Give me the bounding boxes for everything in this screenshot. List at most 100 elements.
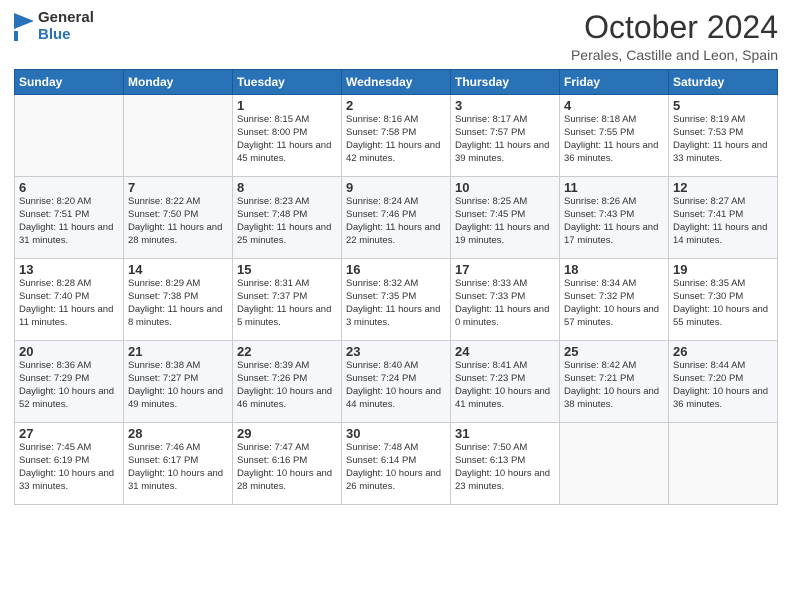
day-info: Sunrise: 8:29 AM Sunset: 7:38 PM Dayligh… (128, 278, 228, 329)
day-number: 20 (19, 344, 119, 359)
weekday-header-saturday: Saturday (669, 70, 778, 95)
calendar-week-4: 20Sunrise: 8:36 AM Sunset: 7:29 PM Dayli… (15, 341, 778, 423)
day-number: 3 (455, 98, 555, 113)
title-block: October 2024 Perales, Castille and Leon,… (571, 10, 778, 63)
day-number: 15 (237, 262, 337, 277)
day-info: Sunrise: 8:34 AM Sunset: 7:32 PM Dayligh… (564, 278, 664, 329)
day-number: 27 (19, 426, 119, 441)
calendar-week-3: 13Sunrise: 8:28 AM Sunset: 7:40 PM Dayli… (15, 259, 778, 341)
day-info: Sunrise: 8:27 AM Sunset: 7:41 PM Dayligh… (673, 196, 773, 247)
day-info: Sunrise: 8:19 AM Sunset: 7:53 PM Dayligh… (673, 114, 773, 165)
day-number: 4 (564, 98, 664, 113)
calendar-cell: 11Sunrise: 8:26 AM Sunset: 7:43 PM Dayli… (560, 177, 669, 259)
day-number: 13 (19, 262, 119, 277)
calendar-cell: 22Sunrise: 8:39 AM Sunset: 7:26 PM Dayli… (233, 341, 342, 423)
logo-blue-text: Blue (38, 27, 94, 44)
logo-text: General Blue (38, 10, 94, 43)
weekday-header-wednesday: Wednesday (342, 70, 451, 95)
calendar-cell: 12Sunrise: 8:27 AM Sunset: 7:41 PM Dayli… (669, 177, 778, 259)
day-info: Sunrise: 8:22 AM Sunset: 7:50 PM Dayligh… (128, 196, 228, 247)
day-info: Sunrise: 8:31 AM Sunset: 7:37 PM Dayligh… (237, 278, 337, 329)
calendar-cell: 3Sunrise: 8:17 AM Sunset: 7:57 PM Daylig… (451, 95, 560, 177)
calendar-cell: 15Sunrise: 8:31 AM Sunset: 7:37 PM Dayli… (233, 259, 342, 341)
calendar-cell: 20Sunrise: 8:36 AM Sunset: 7:29 PM Dayli… (15, 341, 124, 423)
weekday-header-tuesday: Tuesday (233, 70, 342, 95)
day-number: 19 (673, 262, 773, 277)
day-info: Sunrise: 8:39 AM Sunset: 7:26 PM Dayligh… (237, 360, 337, 411)
logo: General Blue (14, 10, 94, 43)
day-info: Sunrise: 7:46 AM Sunset: 6:17 PM Dayligh… (128, 442, 228, 493)
day-info: Sunrise: 8:20 AM Sunset: 7:51 PM Dayligh… (19, 196, 119, 247)
day-number: 6 (19, 180, 119, 195)
day-info: Sunrise: 8:17 AM Sunset: 7:57 PM Dayligh… (455, 114, 555, 165)
calendar-cell (669, 423, 778, 505)
day-info: Sunrise: 8:32 AM Sunset: 7:35 PM Dayligh… (346, 278, 446, 329)
calendar-cell: 9Sunrise: 8:24 AM Sunset: 7:46 PM Daylig… (342, 177, 451, 259)
day-info: Sunrise: 8:24 AM Sunset: 7:46 PM Dayligh… (346, 196, 446, 247)
calendar-cell: 1Sunrise: 8:15 AM Sunset: 8:00 PM Daylig… (233, 95, 342, 177)
weekday-header-sunday: Sunday (15, 70, 124, 95)
day-number: 18 (564, 262, 664, 277)
day-number: 16 (346, 262, 446, 277)
day-number: 14 (128, 262, 228, 277)
day-info: Sunrise: 7:47 AM Sunset: 6:16 PM Dayligh… (237, 442, 337, 493)
day-info: Sunrise: 7:45 AM Sunset: 6:19 PM Dayligh… (19, 442, 119, 493)
calendar-table: SundayMondayTuesdayWednesdayThursdayFrid… (14, 69, 778, 505)
calendar-cell: 7Sunrise: 8:22 AM Sunset: 7:50 PM Daylig… (124, 177, 233, 259)
day-number: 22 (237, 344, 337, 359)
day-number: 8 (237, 180, 337, 195)
day-number: 25 (564, 344, 664, 359)
calendar-body: 1Sunrise: 8:15 AM Sunset: 8:00 PM Daylig… (15, 95, 778, 505)
weekday-header-row: SundayMondayTuesdayWednesdayThursdayFrid… (15, 70, 778, 95)
month-title: October 2024 (571, 10, 778, 45)
calendar-cell: 4Sunrise: 8:18 AM Sunset: 7:55 PM Daylig… (560, 95, 669, 177)
day-info: Sunrise: 8:44 AM Sunset: 7:20 PM Dayligh… (673, 360, 773, 411)
calendar-cell: 27Sunrise: 7:45 AM Sunset: 6:19 PM Dayli… (15, 423, 124, 505)
day-info: Sunrise: 8:35 AM Sunset: 7:30 PM Dayligh… (673, 278, 773, 329)
calendar-cell: 21Sunrise: 8:38 AM Sunset: 7:27 PM Dayli… (124, 341, 233, 423)
calendar-cell: 13Sunrise: 8:28 AM Sunset: 7:40 PM Dayli… (15, 259, 124, 341)
calendar-week-1: 1Sunrise: 8:15 AM Sunset: 8:00 PM Daylig… (15, 95, 778, 177)
day-number: 28 (128, 426, 228, 441)
day-info: Sunrise: 8:41 AM Sunset: 7:23 PM Dayligh… (455, 360, 555, 411)
calendar-cell: 28Sunrise: 7:46 AM Sunset: 6:17 PM Dayli… (124, 423, 233, 505)
page: General Blue October 2024 Perales, Casti… (0, 0, 792, 612)
day-number: 31 (455, 426, 555, 441)
day-info: Sunrise: 8:18 AM Sunset: 7:55 PM Dayligh… (564, 114, 664, 165)
day-number: 17 (455, 262, 555, 277)
day-info: Sunrise: 8:36 AM Sunset: 7:29 PM Dayligh… (19, 360, 119, 411)
calendar-cell: 5Sunrise: 8:19 AM Sunset: 7:53 PM Daylig… (669, 95, 778, 177)
weekday-header-thursday: Thursday (451, 70, 560, 95)
weekday-header-friday: Friday (560, 70, 669, 95)
day-info: Sunrise: 8:23 AM Sunset: 7:48 PM Dayligh… (237, 196, 337, 247)
calendar-header: SundayMondayTuesdayWednesdayThursdayFrid… (15, 70, 778, 95)
day-number: 9 (346, 180, 446, 195)
day-number: 10 (455, 180, 555, 195)
day-info: Sunrise: 8:16 AM Sunset: 7:58 PM Dayligh… (346, 114, 446, 165)
calendar-cell: 31Sunrise: 7:50 AM Sunset: 6:13 PM Dayli… (451, 423, 560, 505)
day-number: 24 (455, 344, 555, 359)
day-info: Sunrise: 8:26 AM Sunset: 7:43 PM Dayligh… (564, 196, 664, 247)
day-info: Sunrise: 8:38 AM Sunset: 7:27 PM Dayligh… (128, 360, 228, 411)
calendar-cell: 25Sunrise: 8:42 AM Sunset: 7:21 PM Dayli… (560, 341, 669, 423)
calendar-cell: 30Sunrise: 7:48 AM Sunset: 6:14 PM Dayli… (342, 423, 451, 505)
day-number: 1 (237, 98, 337, 113)
calendar-cell: 26Sunrise: 8:44 AM Sunset: 7:20 PM Dayli… (669, 341, 778, 423)
day-info: Sunrise: 8:40 AM Sunset: 7:24 PM Dayligh… (346, 360, 446, 411)
day-number: 29 (237, 426, 337, 441)
calendar-cell: 2Sunrise: 8:16 AM Sunset: 7:58 PM Daylig… (342, 95, 451, 177)
calendar-cell (124, 95, 233, 177)
day-info: Sunrise: 7:48 AM Sunset: 6:14 PM Dayligh… (346, 442, 446, 493)
day-number: 12 (673, 180, 773, 195)
location-title: Perales, Castille and Leon, Spain (571, 47, 778, 63)
day-number: 23 (346, 344, 446, 359)
day-info: Sunrise: 8:28 AM Sunset: 7:40 PM Dayligh… (19, 278, 119, 329)
day-info: Sunrise: 8:42 AM Sunset: 7:21 PM Dayligh… (564, 360, 664, 411)
calendar-cell: 10Sunrise: 8:25 AM Sunset: 7:45 PM Dayli… (451, 177, 560, 259)
calendar-cell: 18Sunrise: 8:34 AM Sunset: 7:32 PM Dayli… (560, 259, 669, 341)
calendar-cell: 16Sunrise: 8:32 AM Sunset: 7:35 PM Dayli… (342, 259, 451, 341)
header: General Blue October 2024 Perales, Casti… (14, 10, 778, 63)
day-number: 2 (346, 98, 446, 113)
day-number: 5 (673, 98, 773, 113)
calendar-week-5: 27Sunrise: 7:45 AM Sunset: 6:19 PM Dayli… (15, 423, 778, 505)
